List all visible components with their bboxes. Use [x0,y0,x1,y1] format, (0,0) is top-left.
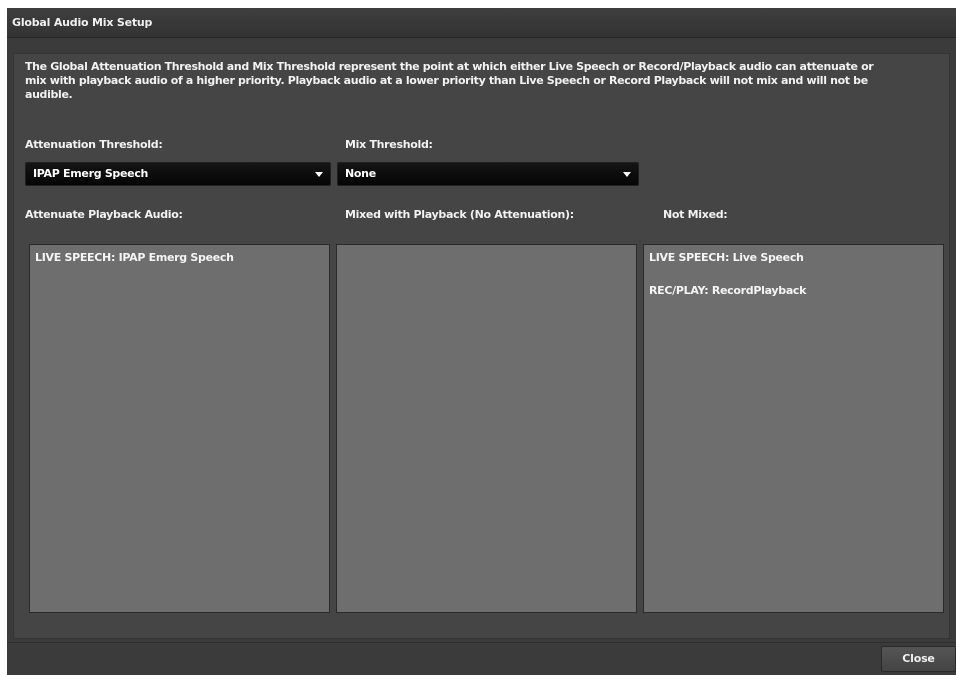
attenuation-threshold-select[interactable]: IPAP Emerg Speech [25,162,331,186]
mix-threshold-select[interactable]: None [337,162,639,186]
list-item[interactable]: LIVE SPEECH: IPAP Emerg Speech [30,250,329,266]
attenuation-threshold-value: IPAP Emerg Speech [33,167,149,180]
attenuation-threshold-label: Attenuation Threshold: [25,138,163,151]
global-audio-mix-dialog: Global Audio Mix Setup The Global Attenu… [7,8,956,675]
list-item[interactable]: LIVE SPEECH: Live Speech [644,250,943,266]
mix-threshold-label: Mix Threshold: [345,138,433,151]
mixed-with-playback-list[interactable] [336,244,637,613]
dialog-title: Global Audio Mix Setup [7,8,956,38]
footer-divider [7,642,956,643]
not-mixed-label: Not Mixed: [663,208,728,221]
mix-threshold-value: None [345,167,376,180]
chevron-down-icon [623,172,631,177]
attenuate-playback-list[interactable]: LIVE SPEECH: IPAP Emerg Speech [29,244,330,613]
close-button[interactable]: Close [881,646,956,672]
mixed-with-playback-label: Mixed with Playback (No Attenuation): [345,208,574,221]
not-mixed-list[interactable]: LIVE SPEECH: Live Speech REC/PLAY: Recor… [643,244,944,613]
description-text: The Global Attenuation Threshold and Mix… [25,60,874,101]
list-item[interactable]: REC/PLAY: RecordPlayback [644,283,943,299]
attenuate-playback-label: Attenuate Playback Audio: [25,208,183,221]
chevron-down-icon [315,172,323,177]
